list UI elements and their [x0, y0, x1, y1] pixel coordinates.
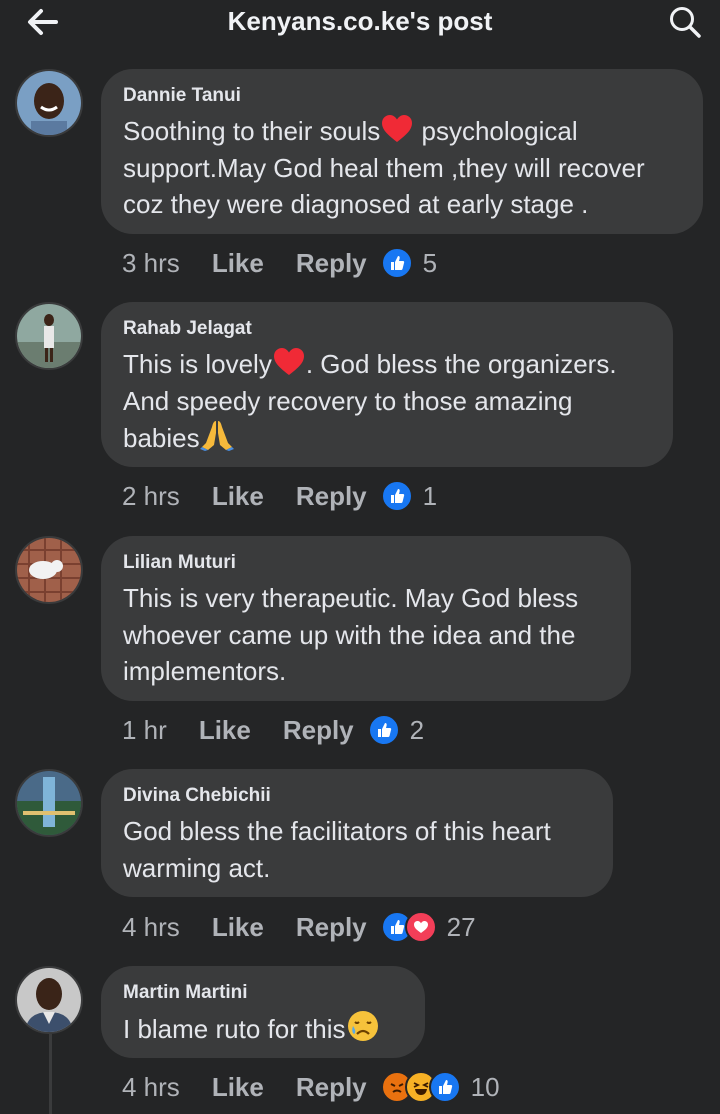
avatar[interactable] — [15, 769, 83, 837]
like-button[interactable]: Like — [212, 1072, 264, 1103]
reaction-icons[interactable] — [380, 247, 413, 279]
comment-actions: 1 hr Like Reply 2 — [122, 713, 424, 747]
comment-time[interactable]: 4 hrs — [122, 1072, 180, 1103]
like-reaction-icon — [380, 247, 413, 279]
reply-button[interactable]: Reply — [283, 715, 354, 746]
sad-relieved-emoji-icon — [347, 1011, 378, 1041]
praying-hands-emoji-icon — [199, 421, 234, 451]
reaction-count[interactable]: 2 — [410, 715, 424, 746]
heart-emoji-icon — [273, 348, 304, 375]
comment-time[interactable]: 3 hrs — [122, 248, 180, 279]
comment-bubble: Lilian Muturi This is very therapeutic. … — [101, 536, 631, 701]
search-icon[interactable] — [668, 5, 702, 39]
like-reaction-icon — [367, 714, 400, 746]
avatar[interactable] — [15, 69, 83, 137]
heart-emoji-icon — [382, 115, 413, 142]
reply-button[interactable]: Reply — [296, 1072, 367, 1103]
reply-thread-line — [49, 1034, 52, 1114]
reaction-icons[interactable] — [380, 480, 413, 512]
reply-button[interactable]: Reply — [296, 912, 367, 943]
comment-author[interactable]: Divina Chebichii — [123, 785, 591, 807]
comment-text: I blame ruto for this — [123, 1010, 403, 1048]
comment-bubble: Dannie Tanui Soothing to their souls psy… — [101, 69, 703, 234]
comment-text: God bless the facilitators of this heart… — [123, 816, 551, 883]
avatar[interactable] — [15, 302, 83, 370]
comment-bubble: Martin Martini I blame ruto for this — [101, 966, 425, 1058]
comment-author[interactable]: Rahab Jelagat — [123, 318, 651, 340]
comment-actions: 4 hrs Like Reply 10 — [122, 1070, 500, 1104]
comment-actions: 3 hrs Like Reply 5 — [122, 246, 437, 280]
reaction-icons[interactable] — [367, 714, 400, 746]
top-bar: Kenyans.co.ke's post — [0, 0, 720, 46]
like-button[interactable]: Like — [212, 248, 264, 279]
like-reaction-icon — [428, 1071, 461, 1103]
comment-text: This is lovely. God bless the organizers… — [123, 348, 617, 453]
comment-text: This is very therapeutic. May God bless … — [123, 583, 579, 686]
reply-button[interactable]: Reply — [296, 248, 367, 279]
reaction-count[interactable]: 1 — [423, 481, 437, 512]
reply-button[interactable]: Reply — [296, 481, 367, 512]
reaction-count[interactable]: 27 — [447, 912, 476, 943]
page-title: Kenyans.co.ke's post — [227, 6, 493, 36]
love-reaction-icon — [404, 911, 437, 943]
comment-author[interactable]: Lilian Muturi — [123, 552, 609, 574]
comment-author[interactable]: Dannie Tanui — [123, 85, 681, 107]
comment-bubble: Divina Chebichii God bless the facilitat… — [101, 769, 613, 897]
reaction-count[interactable]: 10 — [471, 1072, 500, 1103]
comment-time[interactable]: 2 hrs — [122, 481, 180, 512]
comment-actions: 2 hrs Like Reply 1 — [122, 479, 437, 513]
comment-actions: 4 hrs Like Reply 27 — [122, 910, 476, 944]
reaction-icons[interactable] — [380, 911, 437, 943]
avatar[interactable] — [15, 966, 83, 1034]
comment-author[interactable]: Martin Martini — [123, 982, 403, 1004]
like-button[interactable]: Like — [199, 715, 251, 746]
comment-time[interactable]: 4 hrs — [122, 912, 180, 943]
comment-bubble: Rahab Jelagat This is lovely. God bless … — [101, 302, 673, 467]
like-reaction-icon — [380, 480, 413, 512]
avatar[interactable] — [15, 536, 83, 604]
reaction-icons[interactable] — [380, 1071, 461, 1103]
like-button[interactable]: Like — [212, 912, 264, 943]
reaction-count[interactable]: 5 — [423, 248, 437, 279]
comment-time[interactable]: 1 hr — [122, 715, 167, 746]
like-button[interactable]: Like — [212, 481, 264, 512]
comment-text: Soothing to their souls psychological su… — [123, 115, 645, 219]
